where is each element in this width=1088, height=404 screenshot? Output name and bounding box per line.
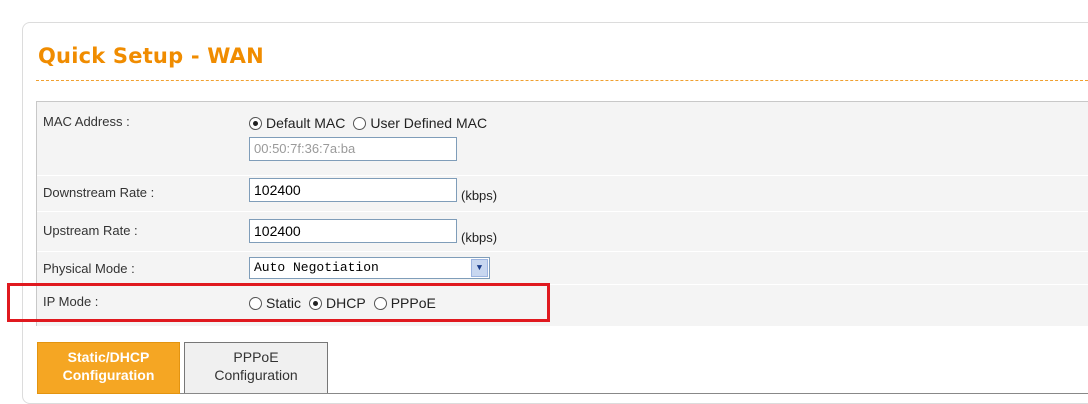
upstream-rate-field[interactable]: 102400 bbox=[249, 219, 457, 243]
tab-pppoe-configuration[interactable]: PPPoE Configuration bbox=[184, 342, 328, 394]
tab-pppoe-line2: Configuration bbox=[214, 367, 298, 383]
user-defined-mac-radio[interactable] bbox=[353, 116, 367, 130]
physical-mode-select[interactable]: Auto Negotiation ▼ bbox=[249, 257, 490, 279]
user-defined-mac-label[interactable]: User Defined MAC bbox=[370, 115, 487, 131]
ip-mode-highlight-box bbox=[7, 283, 550, 322]
tab-static-dhcp-line2: Configuration bbox=[62, 367, 155, 383]
upstream-rate-label: Upstream Rate : bbox=[43, 223, 138, 238]
physical-mode-label: Physical Mode : bbox=[43, 261, 135, 276]
downstream-unit: (kbps) bbox=[461, 188, 498, 203]
tab-static-dhcp-configuration[interactable]: Static/DHCP Configuration bbox=[37, 342, 180, 394]
physical-mode-value: Auto Negotiation bbox=[254, 260, 379, 275]
mac-address-field[interactable]: 00:50:7f:36:7a:ba bbox=[249, 137, 457, 161]
mac-radio-group: Default MAC User Defined MAC bbox=[249, 115, 495, 131]
mac-address-label: MAC Address : bbox=[43, 114, 130, 129]
upstream-unit: (kbps) bbox=[461, 230, 498, 245]
tab-pppoe-line1: PPPoE bbox=[233, 349, 279, 365]
upstream-rate-row: Upstream Rate : 102400 (kbps) bbox=[37, 211, 1088, 252]
title-divider bbox=[36, 80, 1088, 81]
downstream-rate-field[interactable]: 102400 bbox=[249, 178, 457, 202]
mac-address-row: MAC Address : Default MAC User Defined M… bbox=[37, 102, 1088, 176]
default-mac-radio[interactable] bbox=[249, 116, 262, 130]
downstream-rate-row: Downstream Rate : 102400 (kbps) bbox=[37, 175, 1088, 212]
tab-static-dhcp-line1: Static/DHCP bbox=[67, 349, 150, 365]
physical-mode-row: Physical Mode : Auto Negotiation ▼ bbox=[37, 251, 1088, 285]
chevron-down-icon[interactable]: ▼ bbox=[471, 259, 488, 277]
page-title: Quick Setup - WAN bbox=[38, 44, 264, 68]
default-mac-label[interactable]: Default MAC bbox=[266, 115, 345, 131]
downstream-rate-label: Downstream Rate : bbox=[43, 185, 155, 200]
